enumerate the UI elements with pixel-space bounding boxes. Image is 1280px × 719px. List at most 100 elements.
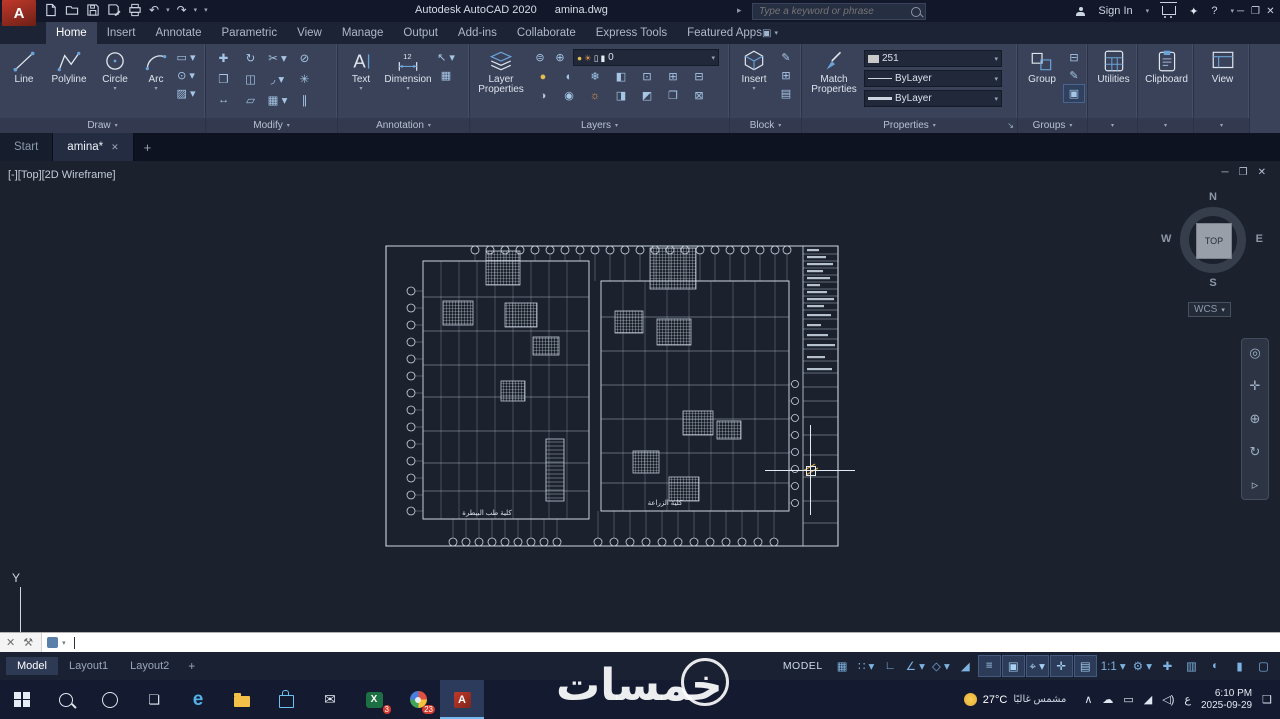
utilities-button[interactable]: Utilities xyxy=(1092,47,1135,118)
explode-icon[interactable]: ✳ xyxy=(291,70,318,87)
lineweight-dropdown[interactable]: ByLayer ▾ xyxy=(864,90,1002,107)
circle-dropdown-icon[interactable]: ▾ xyxy=(113,86,116,92)
close-file-tab-icon[interactable]: ✕ xyxy=(111,142,119,153)
undo-dropdown-icon[interactable]: ▾ xyxy=(166,6,170,14)
pan-icon[interactable]: ✛ xyxy=(1250,378,1261,394)
viewcube[interactable]: N W E S TOP xyxy=(1161,191,1263,295)
view-panel-label[interactable]: ▾ xyxy=(1194,118,1249,133)
sign-in-dropdown-icon[interactable]: ▾ xyxy=(1146,7,1150,15)
view-interface-button[interactable]: View xyxy=(1198,47,1247,118)
layers-panel-label[interactable]: Layers ▾ xyxy=(470,118,729,133)
layer-off-icon[interactable]: ● xyxy=(530,68,556,85)
viewcube-top-face[interactable]: TOP xyxy=(1196,223,1232,259)
volume-tray-icon[interactable]: ◁) xyxy=(1162,693,1174,706)
ribbon-tab[interactable]: View xyxy=(287,22,332,44)
scale-icon[interactable]: ▱ xyxy=(237,91,264,108)
workspace-icon[interactable]: ⚙ ▾ xyxy=(1131,656,1154,676)
block-panel-label[interactable]: Block ▾ xyxy=(730,118,801,133)
stretch-icon[interactable]: ↔ xyxy=(210,91,237,108)
ribbon-tab[interactable]: Annotate xyxy=(145,22,211,44)
groups-panel-label[interactable]: Groups ▾ xyxy=(1018,118,1087,133)
gizmo-icon[interactable]: ✛ xyxy=(1049,655,1073,677)
offset-icon[interactable]: ∥ xyxy=(291,91,318,108)
clipboard-button[interactable]: Clipboard xyxy=(1142,47,1191,118)
close-button[interactable]: ✕ xyxy=(1263,0,1278,22)
layer-lock-icon[interactable]: ◧ xyxy=(608,68,634,85)
viewcube-east-label[interactable]: E xyxy=(1256,233,1263,245)
wcs-dropdown[interactable]: WCS ▾ xyxy=(1188,302,1231,317)
taskbar-weather[interactable]: 27°C مشمس غالبًا xyxy=(963,693,1066,706)
annotation-monitor-icon[interactable]: ✚ xyxy=(1157,656,1178,676)
save-as-button[interactable] xyxy=(107,3,121,17)
erase-icon[interactable]: ⊘ xyxy=(291,49,318,66)
command-customize-icon[interactable]: ⚒ xyxy=(23,636,33,649)
object-color-dropdown[interactable]: 251 ▾ xyxy=(864,50,1002,67)
text-button[interactable]: A Text ▾ xyxy=(342,47,380,118)
zoom-icon[interactable]: ⊕ xyxy=(1250,411,1261,427)
open-file-button[interactable] xyxy=(65,3,79,17)
modify-panel-label[interactable]: Modify ▾ xyxy=(206,118,337,133)
ungroup-icon[interactable]: ⊟ xyxy=(1064,49,1084,66)
new-layout-button[interactable]: + xyxy=(180,659,203,673)
command-dropdown-icon[interactable]: ▾ xyxy=(62,639,66,647)
layer-copy-objects-icon[interactable]: ❐ xyxy=(660,87,686,104)
restore-button[interactable]: ❐ xyxy=(1248,0,1263,22)
command-close-icon[interactable]: ✕ xyxy=(6,636,15,649)
layer-freeze-icon[interactable]: ❄ xyxy=(582,68,608,85)
array-icon[interactable]: ▦ ▾ xyxy=(264,91,291,108)
layer-properties-button[interactable]: Layer Properties xyxy=(474,47,528,118)
ellipse-icon[interactable]: ⊙ ▾ xyxy=(176,67,196,84)
layer-unlock2-icon[interactable]: ◨ xyxy=(608,87,634,104)
rotate-icon[interactable]: ↻ xyxy=(237,49,264,66)
taskbar-autocad-button[interactable]: A xyxy=(440,680,484,719)
hatch-icon[interactable]: ▨ ▾ xyxy=(176,85,196,102)
taskbar-clock[interactable]: 6:10 PM 2025-09-29 xyxy=(1201,688,1252,712)
snap-mode-icon[interactable]: ∷ ▾ xyxy=(856,656,877,676)
help-search-input[interactable] xyxy=(757,5,907,18)
model-space-toggle[interactable]: MODEL xyxy=(783,660,823,672)
mirror-icon[interactable]: ◫ xyxy=(237,70,264,87)
multileader-icon[interactable]: ↖ ▾ xyxy=(436,49,456,66)
taskbar-explorer-button[interactable] xyxy=(220,680,264,719)
hidden-icons-chevron-icon[interactable]: ∧ xyxy=(1084,693,1092,706)
properties-panel-label[interactable]: Properties ▾ ↘ xyxy=(802,118,1017,133)
autodesk-apps-icon[interactable]: ✦ xyxy=(1189,5,1198,18)
doc-close-button[interactable]: ✕ xyxy=(1258,167,1266,178)
taskbar-edge-button[interactable]: e xyxy=(176,680,220,719)
isolate-objects-icon[interactable]: ◐ xyxy=(1205,656,1226,676)
osnap-icon[interactable]: ⌖ ▾ xyxy=(1025,655,1049,677)
qat-customize-icon[interactable]: ▾ xyxy=(204,6,208,14)
display-tray-icon[interactable]: ▭ xyxy=(1123,693,1133,706)
help-search-box[interactable] xyxy=(752,3,926,20)
polar-tracking-icon[interactable]: ∠ ▾ xyxy=(904,656,927,676)
block-edit-icon[interactable]: ✎ xyxy=(776,49,796,66)
annotation-scale-button[interactable]: 1:1 ▾ xyxy=(1099,656,1128,676)
cortana-button[interactable] xyxy=(88,680,132,719)
layer-on-all-icon[interactable]: ◉ xyxy=(556,87,582,104)
ribbon-tab[interactable]: Collaborate xyxy=(507,22,586,44)
line-button[interactable]: Line xyxy=(4,47,44,118)
layer-match-icon[interactable]: ⊕ xyxy=(550,49,570,66)
properties-dialog-launcher-icon[interactable]: ↘ xyxy=(1007,121,1014,130)
lineweight-icon[interactable]: ≡ xyxy=(977,655,1001,677)
group-selection-icon[interactable]: ▣ xyxy=(1063,84,1085,103)
file-tab-start[interactable]: Start xyxy=(0,133,54,161)
insert-block-button[interactable]: Insert ▾ xyxy=(734,47,774,118)
dimension-dropdown-icon[interactable]: ▾ xyxy=(406,86,409,92)
clean-screen-icon[interactable]: ▢ xyxy=(1253,656,1274,676)
selection-cycling-icon[interactable]: ▣ xyxy=(1001,655,1025,677)
group-button[interactable]: Group xyxy=(1022,47,1062,118)
otrack-icon[interactable]: ◢ xyxy=(955,656,976,676)
taskbar-excel-button[interactable]: X 3 xyxy=(352,680,396,719)
polyline-button[interactable]: Polyline xyxy=(46,47,92,118)
ribbon-tab[interactable]: Output xyxy=(393,22,448,44)
save-button[interactable] xyxy=(86,3,100,17)
arc-button[interactable]: Arc ▾ xyxy=(138,47,174,118)
command-input[interactable]: ▾ xyxy=(41,633,1280,652)
task-view-button[interactable]: ❏ xyxy=(132,680,176,719)
ortho-icon[interactable]: ∟ xyxy=(880,656,901,676)
clipboard-panel-label[interactable]: ▾ xyxy=(1138,118,1193,133)
help-button[interactable]: ? xyxy=(1211,5,1217,17)
snap-grid-icon[interactable]: ▦ xyxy=(832,656,853,676)
network-tray-icon[interactable]: ◢ xyxy=(1144,693,1152,706)
